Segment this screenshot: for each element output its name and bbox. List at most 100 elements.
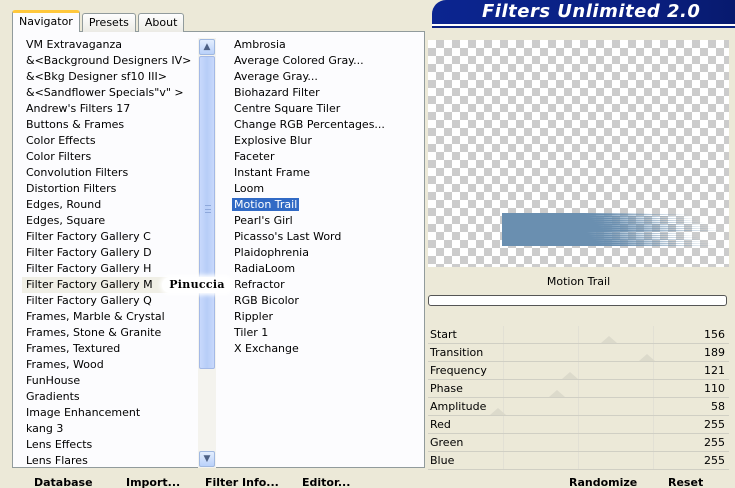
filter-item[interactable]: Instant Frame xyxy=(231,165,421,181)
import-button[interactable]: Import... xyxy=(126,476,180,488)
slider-thumb[interactable] xyxy=(601,336,617,343)
category-item[interactable]: Image Enhancement xyxy=(22,405,198,421)
scroll-down-icon[interactable]: ▼ xyxy=(199,451,215,467)
preview-canvas[interactable] xyxy=(428,40,729,267)
tab-navigator[interactable]: Navigator xyxy=(12,10,80,32)
app-title-banner: Filters Unlimited 2.0 xyxy=(432,0,735,24)
filter-item[interactable]: Loom xyxy=(231,181,421,197)
filter-item[interactable]: Average Colored Gray... xyxy=(231,53,421,69)
database-button[interactable]: Database xyxy=(34,476,93,488)
category-item[interactable]: Edges, Square xyxy=(22,213,198,229)
editor-button[interactable]: Editor... xyxy=(302,476,350,488)
filter-item[interactable]: X Exchange xyxy=(231,341,421,357)
slider-value: 189 xyxy=(704,346,725,359)
filter-item-label: Instant Frame xyxy=(234,166,311,179)
category-item[interactable]: Filter Factory Gallery Q xyxy=(22,293,198,309)
tab-presets[interactable]: Presets xyxy=(81,13,136,32)
slider-value: 255 xyxy=(704,436,725,449)
slider-value: 255 xyxy=(704,454,725,467)
slider-value: 110 xyxy=(704,382,725,395)
tab-about[interactable]: About xyxy=(137,13,185,32)
slider-red[interactable]: Red 255 xyxy=(428,416,729,434)
category-item[interactable]: Buttons & Frames xyxy=(22,117,198,133)
slider-thumb[interactable] xyxy=(490,408,506,415)
progress-bar xyxy=(428,295,727,306)
filter-item-label: Plaidophrenia xyxy=(234,246,309,259)
slider-transition[interactable]: Transition 189 xyxy=(428,344,729,362)
filter-item-label: Loom xyxy=(234,182,265,195)
slider-value: 255 xyxy=(704,418,725,431)
category-item[interactable]: Filter Factory Gallery H xyxy=(22,261,198,277)
filter-item-label: X Exchange xyxy=(234,342,299,355)
filter-item[interactable]: Biohazard Filter xyxy=(231,85,421,101)
filter-item[interactable]: Picasso's Last Word xyxy=(231,229,421,245)
category-item[interactable]: Lens Effects xyxy=(22,437,198,453)
slider-label: Frequency xyxy=(430,364,487,377)
category-list[interactable]: VM Extravaganza &<Background Designers IV… xyxy=(22,37,198,468)
filter-item[interactable]: RadiaLoom xyxy=(231,261,421,277)
filter-item-label: RGB Bicolor xyxy=(234,294,299,307)
category-item[interactable]: Color Effects xyxy=(22,133,198,149)
filter-item-label: Ambrosia xyxy=(234,38,286,51)
slider-track[interactable] xyxy=(428,469,729,470)
slider-label: Transition xyxy=(430,346,484,359)
category-item[interactable]: &<Bkg Designer sf10 III> xyxy=(22,69,198,85)
category-item[interactable]: Gradients xyxy=(22,389,198,405)
filter-item[interactable]: Average Gray... xyxy=(231,69,421,85)
slider-frequency[interactable]: Frequency 121 xyxy=(428,362,729,380)
filter-item[interactable]: Explosive Blur xyxy=(231,133,421,149)
scroll-up-icon[interactable]: ▲ xyxy=(199,39,215,55)
slider-value: 58 xyxy=(711,400,725,413)
filter-item[interactable]: Plaidophrenia xyxy=(231,245,421,261)
slider-thumb[interactable] xyxy=(549,390,565,397)
filter-item[interactable]: RGB Bicolor xyxy=(231,293,421,309)
filter-item[interactable]: Centre Square Tiler xyxy=(231,101,421,117)
category-item[interactable]: Distortion Filters xyxy=(22,181,198,197)
filter-item[interactable]: Pearl's Girl xyxy=(231,213,421,229)
category-item[interactable]: Color Filters xyxy=(22,149,198,165)
category-item[interactable]: Frames, Marble & Crystal xyxy=(22,309,198,325)
filter-item[interactable]: Ambrosia xyxy=(231,37,421,53)
filter-item[interactable]: Motion Trail xyxy=(231,197,421,213)
category-item[interactable]: &<Background Designers IV> xyxy=(22,53,198,69)
randomize-button[interactable]: Randomize xyxy=(569,476,637,488)
category-item[interactable]: Lens Flares xyxy=(22,453,198,468)
slider-label: Amplitude xyxy=(430,400,487,413)
category-item[interactable]: Frames, Wood xyxy=(22,357,198,373)
category-item[interactable]: Filter Factory Gallery C xyxy=(22,229,198,245)
slider-thumb[interactable] xyxy=(562,372,578,379)
slider-start[interactable]: Start 156 xyxy=(428,326,729,344)
category-item[interactable]: kang 3 xyxy=(22,421,198,437)
filter-item[interactable]: Faceter xyxy=(231,149,421,165)
filter-item[interactable]: Rippler xyxy=(231,309,421,325)
reset-button[interactable]: Reset xyxy=(668,476,703,488)
category-item[interactable]: Andrew's Filters 17 xyxy=(22,101,198,117)
slider-thumb[interactable] xyxy=(639,354,655,361)
category-item[interactable]: FunHouse xyxy=(22,373,198,389)
slider-label: Green xyxy=(430,436,464,449)
slider-phase[interactable]: Phase 110 xyxy=(428,380,729,398)
filter-item-label: Biohazard Filter xyxy=(234,86,320,99)
category-item[interactable]: Frames, Stone & Granite xyxy=(22,325,198,341)
app-title: Filters Unlimited 2.0 xyxy=(482,1,701,22)
category-item[interactable]: VM Extravaganza xyxy=(22,37,198,53)
filter-item-label: Rippler xyxy=(234,310,274,323)
category-item[interactable]: Convolution Filters xyxy=(22,165,198,181)
filter-info-button[interactable]: Filter Info... xyxy=(205,476,279,488)
filter-list[interactable]: Ambrosia Average Colored Gray... Average G… xyxy=(231,37,421,367)
slider-blue[interactable]: Blue 255 xyxy=(428,452,729,470)
filter-item-label: Refractor xyxy=(234,278,285,291)
slider-amplitude[interactable]: Amplitude 58 xyxy=(428,398,729,416)
filter-item-label: Faceter xyxy=(234,150,275,163)
filter-item[interactable]: Refractor xyxy=(231,277,421,293)
slider-green[interactable]: Green 255 xyxy=(428,434,729,452)
filter-item[interactable]: Tiler 1 xyxy=(231,325,421,341)
category-item[interactable]: Edges, Round xyxy=(22,197,198,213)
filter-item-label: Explosive Blur xyxy=(234,134,312,147)
category-item[interactable]: Filter Factory Gallery D xyxy=(22,245,198,261)
category-item[interactable]: &<Sandflower Specials"v" > xyxy=(22,85,198,101)
scrollbar-thumb[interactable] xyxy=(199,56,215,369)
category-item[interactable]: Frames, Textured xyxy=(22,341,198,357)
filter-item[interactable]: Change RGB Percentages... xyxy=(231,117,421,133)
category-scrollbar[interactable]: ▲ ▼ xyxy=(198,38,216,468)
